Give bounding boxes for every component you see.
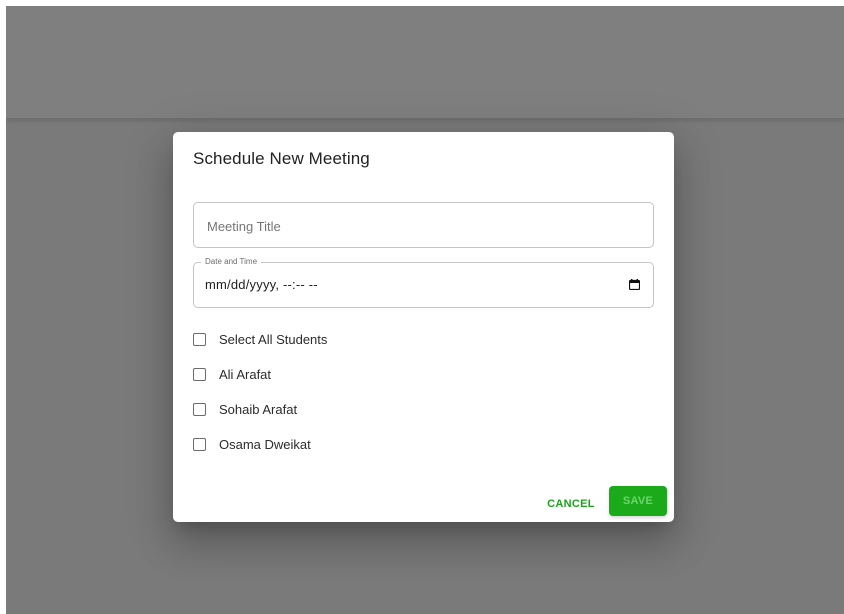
checkbox-student-osama-dweikat[interactable]: Osama Dweikat xyxy=(193,434,311,454)
cancel-button[interactable]: CANCEL xyxy=(545,492,597,516)
save-button[interactable]: SAVE xyxy=(609,486,667,516)
meeting-title-field[interactable] xyxy=(193,202,654,249)
checkbox-icon[interactable] xyxy=(193,367,206,381)
meeting-title-input[interactable] xyxy=(205,203,649,249)
checkbox-select-all[interactable]: Select All Students xyxy=(193,329,327,349)
dialog-title: Schedule New Meeting xyxy=(193,149,370,168)
checkbox-icon[interactable] xyxy=(193,402,206,416)
checkbox-label: Select All Students xyxy=(219,331,328,347)
checkbox-label: Osama Dweikat xyxy=(219,436,311,452)
checkbox-icon[interactable] xyxy=(193,332,206,346)
app-bar xyxy=(6,6,844,119)
calendar-icon[interactable] xyxy=(629,279,640,290)
schedule-meeting-dialog: Schedule New Meeting Date and Time mm/dd… xyxy=(173,132,674,522)
date-time-value[interactable]: mm/dd/yyyy, --:-- -- xyxy=(205,277,318,292)
date-time-field[interactable]: Date and Time mm/dd/yyyy, --:-- -- xyxy=(193,256,654,308)
date-time-label: Date and Time xyxy=(201,256,262,268)
checkbox-student-ali-arafat[interactable]: Ali Arafat xyxy=(193,364,271,384)
checkbox-student-sohaib-arafat[interactable]: Sohaib Arafat xyxy=(193,399,297,419)
page-backdrop: Schedule New Meeting Date and Time mm/dd… xyxy=(6,6,844,614)
checkbox-label: Sohaib Arafat xyxy=(219,401,298,417)
checkbox-label: Ali Arafat xyxy=(219,366,272,382)
checkbox-icon[interactable] xyxy=(193,437,206,451)
